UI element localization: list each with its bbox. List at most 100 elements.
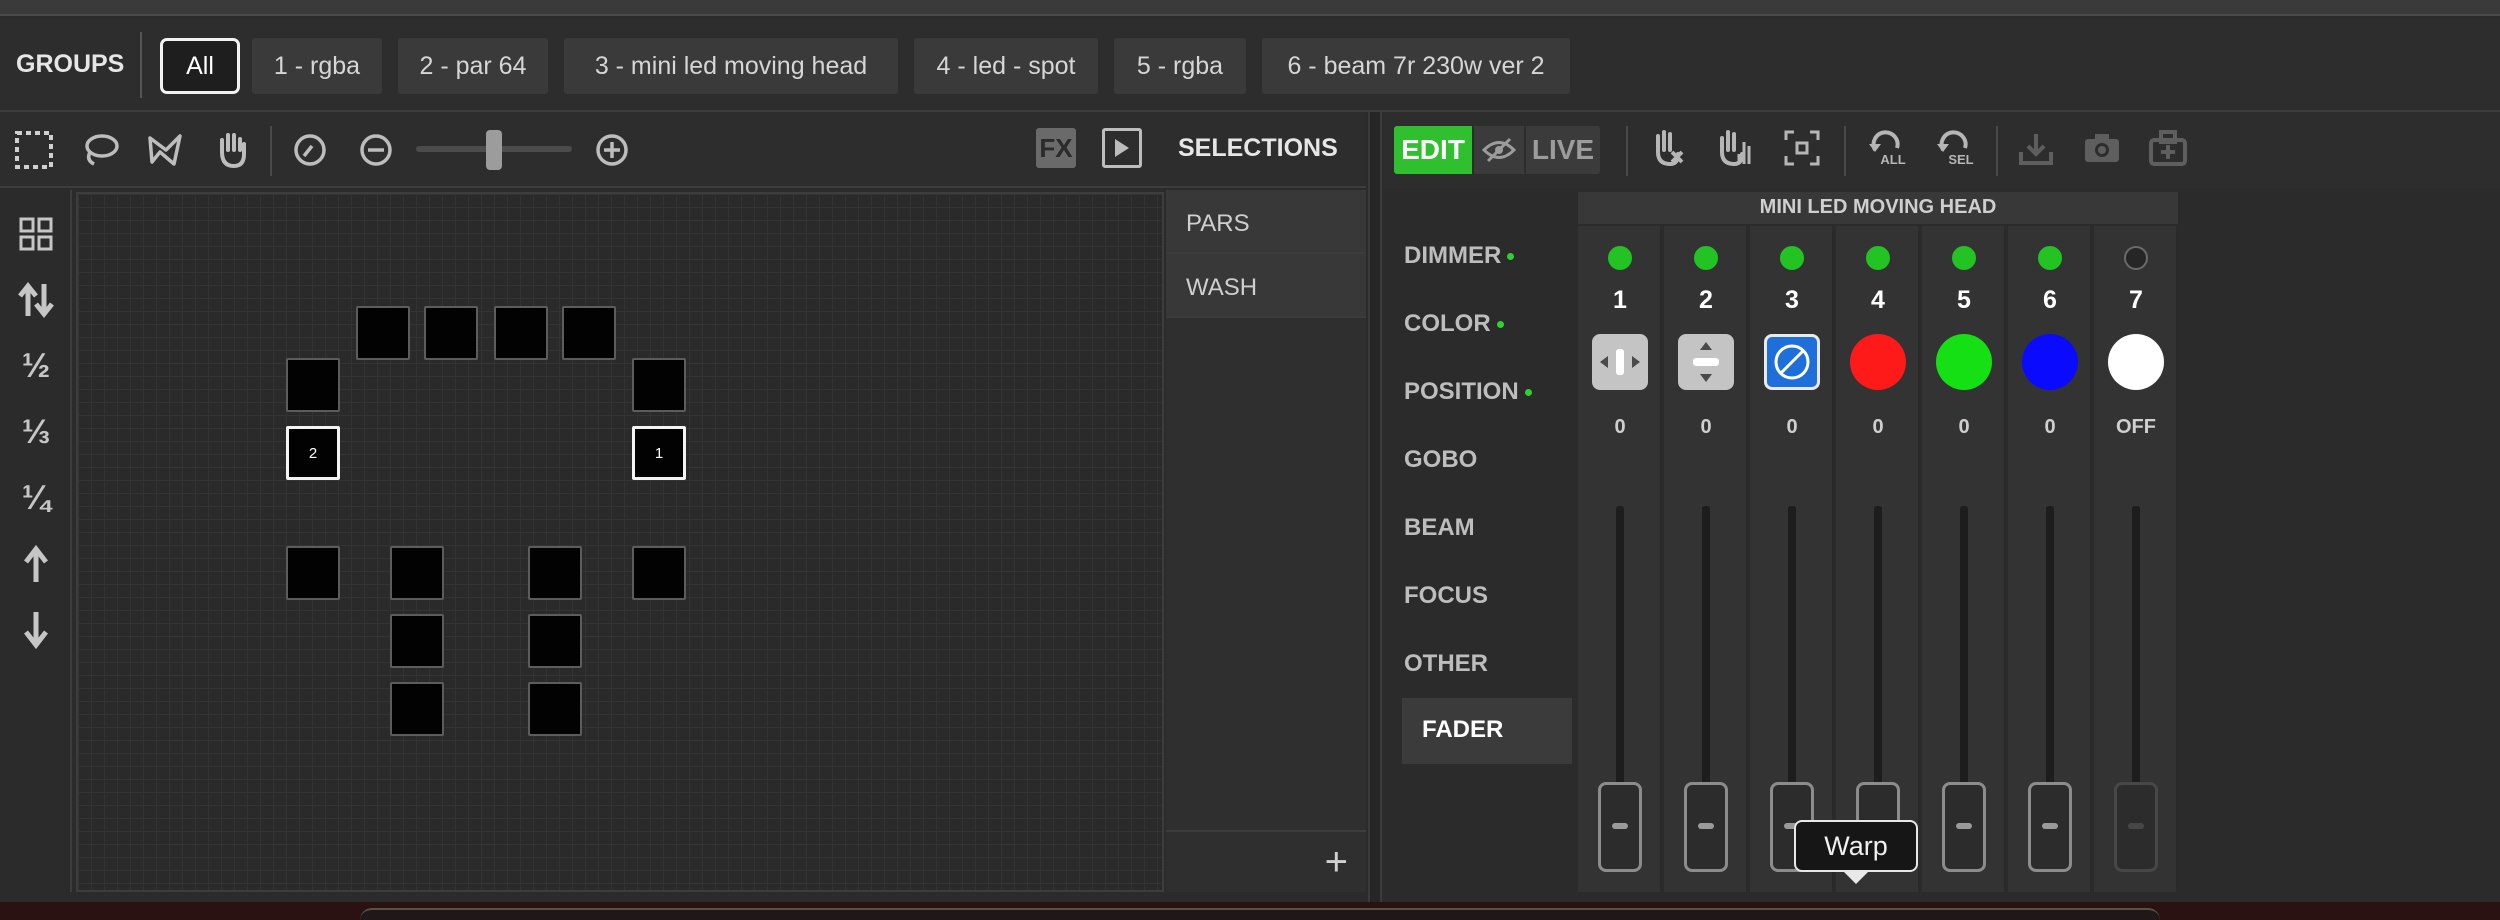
tilt-icon[interactable] [1678,334,1734,390]
zoom-in-icon[interactable] [590,128,634,172]
preview-play-button[interactable] [1102,128,1142,168]
half-icon[interactable]: ½ [10,340,62,392]
group-6-button[interactable]: 6 - beam 7r 230w ver 2 [1262,38,1570,94]
zoom-slider-thumb[interactable] [486,130,502,170]
taskbar-strip [0,902,2500,920]
fixture-map[interactable]: 2 1 [76,192,1164,892]
channel-active-led[interactable] [1952,246,1976,270]
selections-title: SELECTIONS [1166,112,1366,188]
grid-icon[interactable] [10,208,62,260]
selection-item-wash[interactable]: WASH [1166,254,1366,318]
selections-footer: + [1166,830,1366,892]
store-icon[interactable] [2144,124,2192,172]
fader-thumb[interactable] [1942,782,1986,872]
fader-channel: 40 [1836,226,1920,892]
zoom-out-icon[interactable] [354,128,398,172]
fixture-tile[interactable] [286,546,340,600]
undo-selection-label: SEL [1948,152,1974,167]
group-5-button[interactable]: 5 - rgba [1114,38,1246,94]
dimmer-icon[interactable] [1764,334,1820,390]
pan-icon[interactable] [1592,334,1648,390]
category-label: COLOR [1404,310,1491,337]
fader-channel: 50 [1922,226,2006,892]
hand-pan-icon[interactable] [210,128,254,172]
category-color[interactable]: COLOR [1404,292,1572,358]
fader-thumb[interactable] [2028,782,2072,872]
fixture-tile[interactable] [286,358,340,412]
color-swatch-icon[interactable] [2108,334,2164,390]
category-dimmer[interactable]: DIMMER [1404,224,1572,290]
channel-value: OFF [2116,416,2156,438]
category-label: FADER [1422,716,1504,743]
fixture-tile[interactable] [632,358,686,412]
group-1-button[interactable]: 1 - rgba [252,38,382,94]
fader-thumb[interactable] [1598,782,1642,872]
channel-active-led[interactable] [1608,246,1632,270]
undo-all-label: ALL [1880,152,1906,167]
rotate-icon[interactable] [288,128,332,172]
lasso-select-icon[interactable] [78,128,122,172]
quarter-icon[interactable]: ¼ [10,472,62,524]
fixture-tile[interactable] [390,682,444,736]
empty-area [2180,190,2500,892]
undo-selection-icon[interactable]: SEL [1930,124,1978,172]
fixture-tile[interactable] [528,682,582,736]
fixture-tile[interactable] [390,546,444,600]
color-swatch-icon[interactable] [2022,334,2078,390]
channel-active-led[interactable] [2038,246,2062,270]
fixture-tile[interactable] [632,546,686,600]
fixture-tile[interactable] [528,546,582,600]
selection-item-pars[interactable]: PARS [1166,190,1366,254]
toolbar-separator [1626,126,1628,176]
group-all-button[interactable]: All [160,38,240,94]
channel-active-led[interactable] [2124,246,2148,270]
group-4-button[interactable]: 4 - led - spot [914,38,1098,94]
channel-active-led[interactable] [1694,246,1718,270]
channel-active-led[interactable] [1780,246,1804,270]
category-fader[interactable]: FADER [1402,698,1572,764]
fixture-tile[interactable] [494,306,548,360]
path-select-icon[interactable] [144,128,188,172]
camera-icon[interactable] [2078,124,2126,172]
group-2-button[interactable]: 2 - par 64 [398,38,548,94]
fixture-tile[interactable] [424,306,478,360]
color-swatch-icon[interactable] [1850,334,1906,390]
fixture-tile-selected[interactable]: 2 [286,426,340,480]
fader-thumb[interactable] [2114,782,2158,872]
category-label: POSITION [1404,378,1519,405]
fixture-tile-selected[interactable]: 1 [632,426,686,480]
live-mode-button[interactable]: LIVE [1526,126,1600,174]
category-beam[interactable]: BEAM [1404,496,1572,562]
focus-target-icon[interactable] [1778,124,1826,172]
fader-thumb[interactable] [1684,782,1728,872]
hand-fade-icon[interactable] [1710,124,1758,172]
selections-list: PARS WASH [1166,190,1366,830]
category-label: GOBO [1404,446,1478,473]
edit-mode-button[interactable]: EDIT [1394,126,1472,174]
channel-value: 0 [1872,416,1884,438]
third-icon[interactable]: ⅓ [10,406,62,458]
no-touch-icon[interactable] [1642,124,1690,172]
groups-separator [140,32,142,98]
fixture-tile[interactable] [356,306,410,360]
arrow-down-icon[interactable] [10,604,62,656]
add-selection-button[interactable]: + [1325,840,1348,885]
undo-all-icon[interactable]: ALL [1862,124,1910,172]
save-icon[interactable] [2012,124,2060,172]
blind-eye-icon[interactable] [1474,126,1524,174]
color-swatch-icon[interactable] [1936,334,1992,390]
fixture-tile[interactable] [390,614,444,668]
rectangle-select-icon[interactable] [12,128,56,172]
fx-button[interactable]: FX [1036,128,1076,168]
fixture-tile[interactable] [562,306,616,360]
fixture-tile[interactable] [528,614,582,668]
arrow-up-icon[interactable] [10,538,62,590]
channel-active-led[interactable] [1866,246,1890,270]
swap-vertical-icon[interactable] [10,274,62,326]
panel-divider[interactable] [1368,112,1382,902]
category-position[interactable]: POSITION [1404,360,1572,426]
category-other[interactable]: OTHER [1404,632,1572,698]
category-focus[interactable]: FOCUS [1404,564,1572,630]
group-3-button[interactable]: 3 - mini led moving head [564,38,898,94]
category-gobo[interactable]: GOBO [1404,428,1572,494]
